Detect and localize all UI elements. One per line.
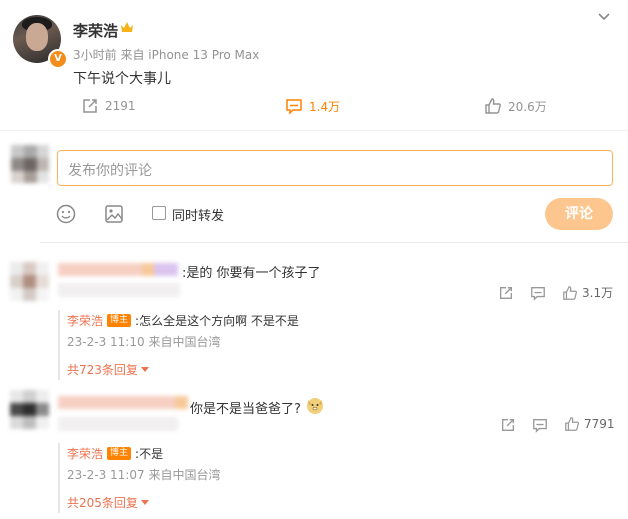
post-source: 来自 iPhone 13 Pro Max xyxy=(120,48,260,62)
repost-count: 2191 xyxy=(105,99,136,113)
repost-icon xyxy=(83,99,97,113)
commenter-avatar[interactable] xyxy=(10,262,49,301)
like-button[interactable]: 20.6万 xyxy=(484,97,547,115)
comment-text: 你是不是当爸爸了? xyxy=(190,401,301,417)
submit-comment-button[interactable]: 评论 xyxy=(545,198,613,230)
comment-like-count: 7791 xyxy=(584,417,615,431)
repost-button[interactable]: 2191 xyxy=(81,97,136,115)
caret-down-icon xyxy=(140,366,149,372)
verified-badge: V xyxy=(48,49,68,69)
reply-indent-bar xyxy=(58,310,60,380)
repost-checkbox[interactable] xyxy=(152,206,166,220)
more-replies-link[interactable]: 共205条回复 xyxy=(67,494,149,511)
comment-repost-icon[interactable] xyxy=(498,285,514,305)
comment-input[interactable]: 发布你的评论 xyxy=(57,150,613,186)
reply-header: 李荣浩 博主 :怎么全是这个方向啊 不是不是 xyxy=(67,312,299,329)
thumbs-up-icon xyxy=(485,98,501,114)
comment-text: :是的 你要有一个孩子了 xyxy=(182,266,321,281)
comment-body: 你是不是当爸爸了? xyxy=(190,395,325,419)
comment-like-count: 3.1万 xyxy=(582,286,614,300)
reply-indent-bar xyxy=(58,443,60,513)
blogger-badge: 博主 xyxy=(107,314,132,327)
comment-repost-icon[interactable] xyxy=(500,417,516,437)
reply-author[interactable]: 李荣浩 xyxy=(67,445,103,462)
post-time: 3小时前 xyxy=(73,48,117,62)
post-text: 下午说个大事儿 xyxy=(73,71,171,87)
doge-emoji-icon xyxy=(305,395,325,419)
reply-text: :怎么全是这个方向啊 不是不是 xyxy=(135,314,299,328)
repost-checkbox-label: 同时转发 xyxy=(172,209,225,224)
section-divider xyxy=(0,130,628,131)
thumbs-up-icon xyxy=(565,417,580,431)
my-avatar xyxy=(11,145,49,183)
post-meta: 3小时前 来自 iPhone 13 Pro Max xyxy=(73,46,259,63)
comment-icon xyxy=(286,99,302,115)
reply-author[interactable]: 李荣浩 xyxy=(67,312,103,329)
commenter-avatar[interactable] xyxy=(10,390,49,429)
comment-line-blurred xyxy=(58,283,180,297)
reply-time: 23-2-3 11:10 xyxy=(67,335,145,349)
comment-reply-icon[interactable] xyxy=(532,417,548,437)
thumbs-up-icon xyxy=(563,285,578,300)
more-replies-text: 共205条回复 xyxy=(67,496,138,510)
crown-icon xyxy=(120,21,134,38)
reply-source: 来自中国台湾 xyxy=(148,335,221,349)
comment-line-blurred xyxy=(58,417,178,431)
chevron-down-icon[interactable] xyxy=(595,8,613,26)
comments-divider xyxy=(40,242,628,243)
image-icon[interactable] xyxy=(103,203,125,225)
reply-source: 来自中国台湾 xyxy=(148,468,221,482)
comment-count: 1.4万 xyxy=(309,99,341,114)
commenter-name-blurred[interactable] xyxy=(58,263,178,276)
like-count: 20.6万 xyxy=(508,99,547,114)
comment-like-button[interactable]: 7791 xyxy=(564,416,615,432)
reply-time: 23-2-3 11:07 xyxy=(67,468,145,482)
reply-text: :不是 xyxy=(135,447,164,461)
caret-down-icon xyxy=(140,499,149,505)
author-name[interactable]: 李荣浩 xyxy=(73,20,118,41)
more-replies-text: 共723条回复 xyxy=(67,363,138,377)
comment-button[interactable]: 1.4万 xyxy=(285,97,340,115)
blogger-badge: 博主 xyxy=(107,447,132,460)
emoji-icon[interactable] xyxy=(55,203,77,225)
comment-like-button[interactable]: 3.1万 xyxy=(562,284,613,301)
commenter-name-blurred[interactable] xyxy=(58,396,188,409)
reply-meta: 23-2-3 11:07 来自中国台湾 xyxy=(67,466,220,483)
reply-meta: 23-2-3 11:10 来自中国台湾 xyxy=(67,333,220,350)
reply-header: 李荣浩 博主 :不是 xyxy=(67,445,163,462)
more-replies-link[interactable]: 共723条回复 xyxy=(67,361,149,378)
comment-reply-icon[interactable] xyxy=(530,285,546,305)
